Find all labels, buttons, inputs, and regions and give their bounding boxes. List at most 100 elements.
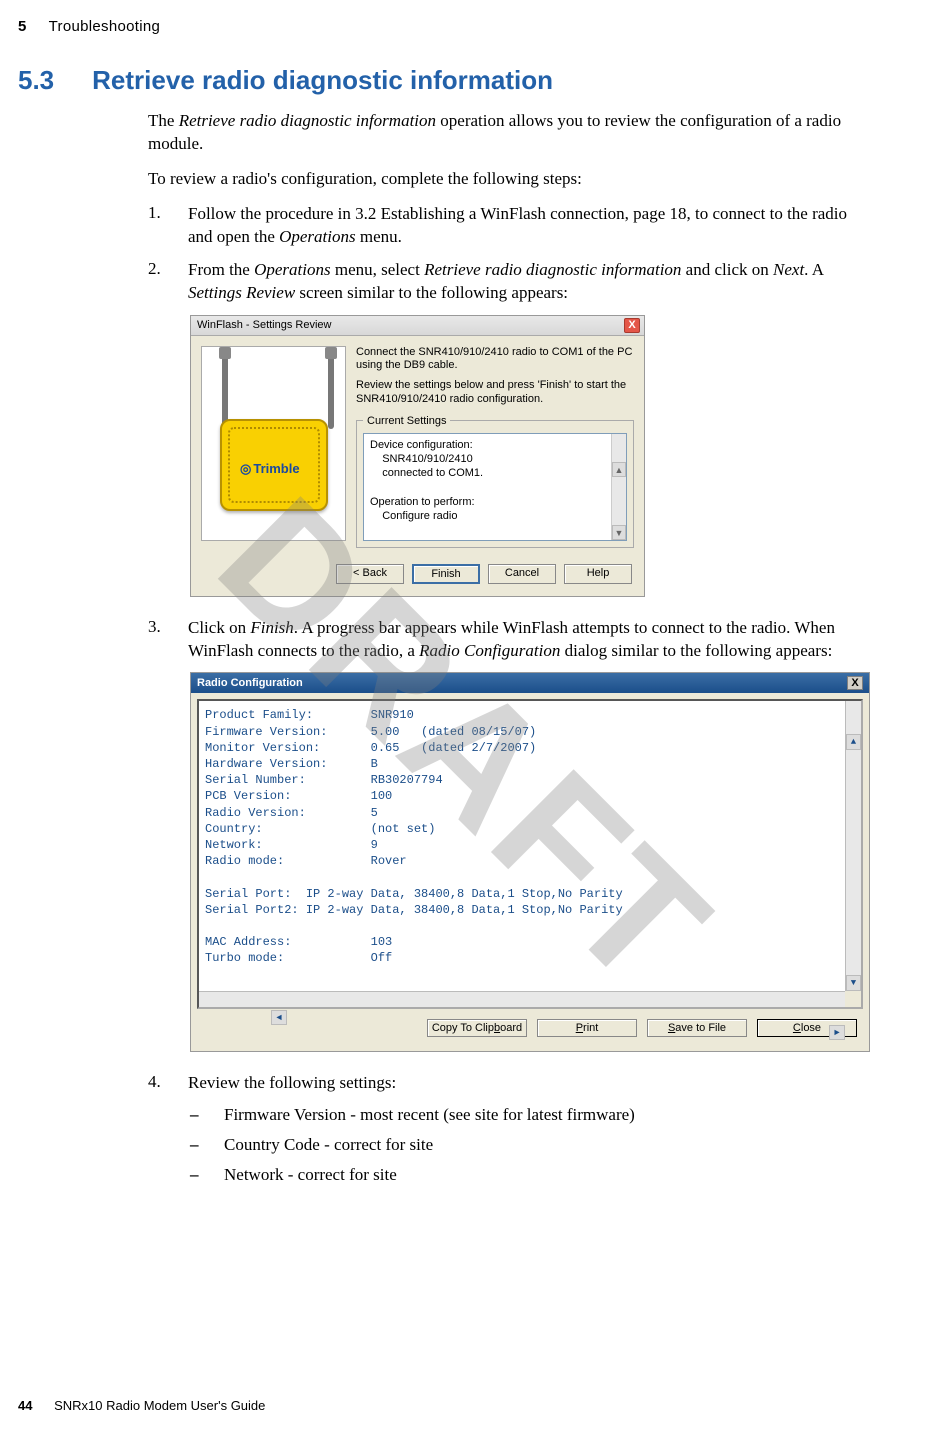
steps-list-cont2: 4. Review the following settings:: [148, 1072, 875, 1095]
text-italic: Next: [773, 260, 804, 279]
text: . A: [804, 260, 823, 279]
settings-textbox[interactable]: Device configuration: SNR410/910/2410 co…: [363, 433, 627, 541]
step-3: 3. Click on Finish. A progress bar appea…: [148, 617, 875, 663]
back-button[interactable]: < Back: [336, 564, 404, 584]
scroll-down-icon[interactable]: ▼: [846, 975, 861, 991]
dialog-titlebar[interactable]: WinFlash - Settings Review X: [191, 316, 644, 336]
step-1: 1. Follow the procedure in 3.2 Establish…: [148, 203, 875, 249]
scrollbar-vertical[interactable]: ▲ ▼: [611, 434, 626, 540]
instruction-text: Review the settings below and press 'Fin…: [356, 379, 634, 407]
step-number: 4.: [148, 1072, 166, 1095]
text: Copy To Clip: [432, 1022, 494, 1034]
step-4: 4. Review the following settings:: [148, 1072, 875, 1095]
text: and click on: [681, 260, 773, 279]
list-text: Country Code - correct for site: [224, 1135, 433, 1155]
dialog-titlebar[interactable]: Radio Configuration X: [191, 673, 869, 693]
text: The: [148, 111, 179, 130]
steps-list-cont: 3. Click on Finish. A progress bar appea…: [148, 617, 875, 663]
antenna-icon: [328, 351, 334, 429]
text: dialog similar to the following appears:: [560, 641, 832, 660]
finish-button[interactable]: Finish: [412, 564, 480, 584]
step-number: 1.: [148, 203, 166, 249]
settings-review-dialog: WinFlash - Settings Review X Trimble Con…: [190, 315, 645, 597]
text: From the: [188, 260, 254, 279]
list-item: – Firmware Version - most recent (see sit…: [190, 1105, 875, 1125]
text-italic: Retrieve radio diagnostic information: [424, 260, 681, 279]
text: Click on: [188, 618, 250, 637]
page-footer: 44 SNRx10 Radio Modem User's Guide: [18, 1398, 265, 1413]
print-button[interactable]: Print: [537, 1019, 637, 1037]
list-item: – Country Code - correct for site: [190, 1135, 875, 1155]
device-box-icon: Trimble: [220, 419, 328, 511]
doc-title: SNRx10 Radio Modem User's Guide: [54, 1398, 265, 1413]
text-italic: Operations: [254, 260, 331, 279]
save-to-file-button[interactable]: Save to File: [647, 1019, 747, 1037]
step-text: From the Operations menu, select Retriev…: [188, 259, 875, 305]
scroll-left-icon[interactable]: ◄: [271, 1010, 287, 1025]
page-number: 44: [18, 1398, 32, 1413]
radio-configuration-dialog: Radio Configuration X Product Family: SN…: [190, 672, 870, 1052]
step-number: 3.: [148, 617, 166, 663]
bullet-dash: –: [190, 1135, 202, 1155]
cancel-button[interactable]: Cancel: [488, 564, 556, 584]
chapter-title: Troubleshooting: [49, 18, 161, 35]
page-header: 5 Troubleshooting: [18, 18, 875, 35]
settings-review-list: – Firmware Version - most recent (see sit…: [190, 1105, 875, 1185]
close-icon[interactable]: X: [624, 318, 640, 333]
config-textarea[interactable]: Product Family: SNR910 Firmware Version:…: [197, 699, 863, 1009]
text: rint: [583, 1022, 598, 1034]
instruction-text: Connect the SNR410/910/2410 radio to COM…: [356, 346, 634, 374]
copy-to-clipboard-button[interactable]: Copy To Clipboard: [427, 1019, 527, 1037]
text: screen similar to the following appears:: [295, 283, 568, 302]
dialog-body: Trimble Connect the SNR410/910/2410 radi…: [191, 336, 644, 556]
chapter-number: 5: [18, 18, 27, 35]
config-text: Product Family: SNR910 Firmware Version:…: [205, 708, 623, 965]
bullet-dash: –: [190, 1165, 202, 1185]
scrollbar-vertical[interactable]: ▲ ▼: [845, 701, 861, 991]
list-text: Firmware Version - most recent (see site…: [224, 1105, 635, 1125]
scroll-down-icon[interactable]: ▼: [612, 525, 626, 540]
step-number: 2.: [148, 259, 166, 305]
scroll-up-icon[interactable]: ▲: [612, 462, 626, 477]
section-title: Retrieve radio diagnostic information: [92, 65, 553, 96]
step-text: Follow the procedure in 3.2 Establishing…: [188, 203, 875, 249]
settings-text: Device configuration: SNR410/910/2410 co…: [370, 439, 483, 522]
text: oard: [500, 1022, 522, 1034]
figure-settings-review: WinFlash - Settings Review X Trimble Con…: [190, 315, 875, 597]
group-legend: Current Settings: [363, 415, 450, 427]
text-underline: C: [793, 1022, 801, 1034]
dialog-button-row: < Back Finish Cancel Help: [191, 556, 644, 596]
list-item: – Network - correct for site: [190, 1165, 875, 1185]
device-image: Trimble: [201, 346, 346, 541]
dialog-right-panel: Connect the SNR410/910/2410 radio to COM…: [356, 346, 634, 548]
section-heading: 5.3 Retrieve radio diagnostic informatio…: [18, 65, 875, 96]
text: ave to File: [675, 1022, 726, 1034]
scroll-right-icon[interactable]: ►: [829, 1025, 845, 1040]
text-italic: Radio Configuration: [419, 641, 560, 660]
text-italic: Operations: [279, 227, 356, 246]
text: menu, select: [331, 260, 424, 279]
scroll-corner: [845, 991, 861, 1007]
step-2: 2. From the Operations menu, select Retr…: [148, 259, 875, 305]
step-text: Click on Finish. A progress bar appears …: [188, 617, 875, 663]
scrollbar-horizontal[interactable]: ◄ ►: [199, 991, 845, 1007]
list-text: Network - correct for site: [224, 1165, 397, 1185]
text-italic: Finish: [250, 618, 293, 637]
scroll-up-icon[interactable]: ▲: [846, 734, 861, 750]
step-text: Review the following settings:: [188, 1072, 875, 1095]
help-button[interactable]: Help: [564, 564, 632, 584]
text: menu.: [356, 227, 402, 246]
close-icon[interactable]: X: [847, 676, 863, 690]
figure-radio-configuration: Radio Configuration X Product Family: SN…: [190, 672, 875, 1052]
intro-paragraph-1: The Retrieve radio diagnostic informatio…: [148, 110, 875, 156]
bullet-dash: –: [190, 1105, 202, 1125]
current-settings-group: Current Settings Device configuration: S…: [356, 415, 634, 548]
dialog-title: Radio Configuration: [197, 677, 303, 689]
section-number: 5.3: [18, 65, 54, 96]
dialog-body: Product Family: SNR910 Firmware Version:…: [191, 693, 869, 1051]
intro-paragraph-2: To review a radio's configuration, compl…: [148, 168, 875, 191]
text-underline: P: [576, 1022, 583, 1034]
dialog-button-row: Copy To Clipboard Print Save to File Clo…: [197, 1009, 863, 1045]
text-italic: Settings Review: [188, 283, 295, 302]
dialog-title: WinFlash - Settings Review: [197, 319, 332, 331]
